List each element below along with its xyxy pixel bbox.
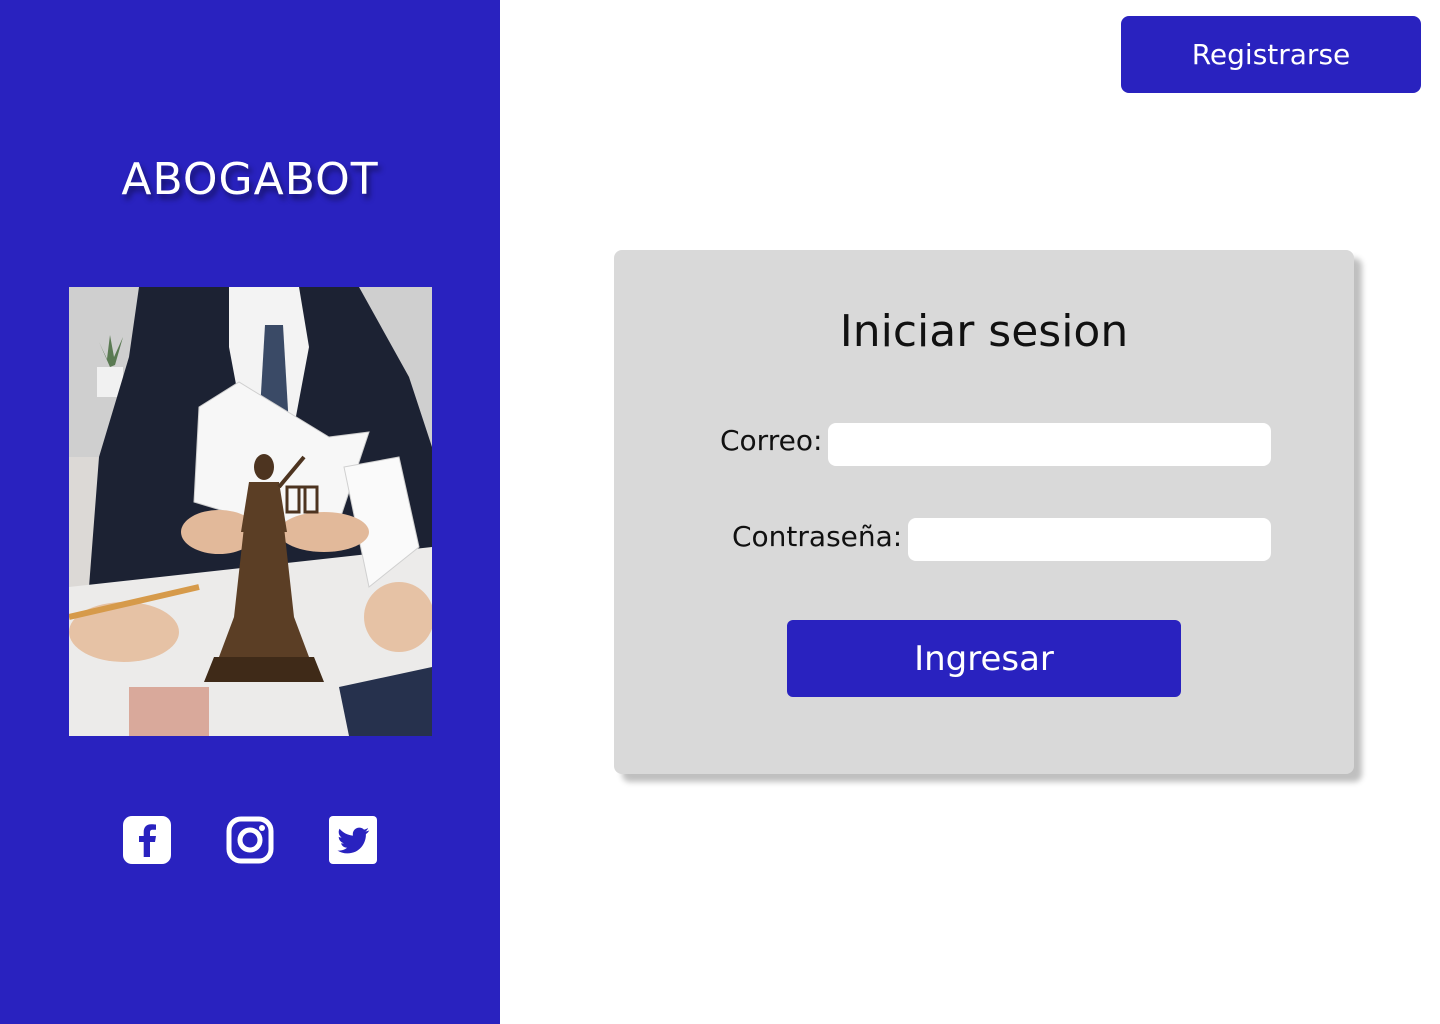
twitter-icon[interactable]	[328, 815, 378, 865]
password-field[interactable]	[908, 518, 1271, 561]
facebook-icon[interactable]	[122, 815, 172, 865]
brand-title: ABOGABOT	[121, 154, 379, 205]
register-button[interactable]: Registrarse	[1121, 16, 1421, 93]
login-card: Iniciar sesion Correo: Contraseña: Ingre…	[614, 250, 1354, 774]
login-submit-button[interactable]: Ingresar	[787, 620, 1181, 697]
login-title: Iniciar sesion	[839, 306, 1129, 357]
email-label: Correo:	[720, 424, 823, 457]
instagram-icon[interactable]	[225, 815, 275, 865]
sidebar: ABOGABOT	[0, 0, 500, 1024]
hero-image	[69, 287, 432, 736]
social-links	[0, 815, 500, 865]
password-label: Contraseña:	[732, 520, 903, 553]
email-field[interactable]	[828, 423, 1271, 466]
